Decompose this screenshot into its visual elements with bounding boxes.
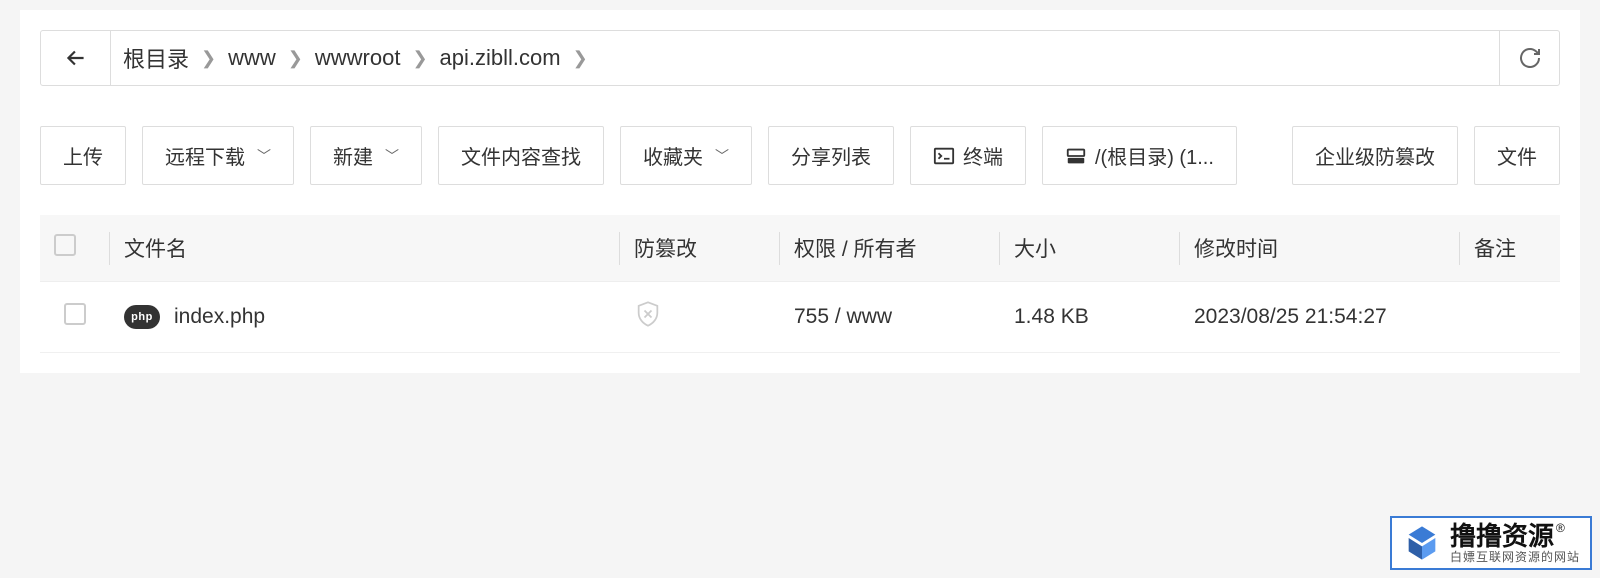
arrow-left-icon	[63, 45, 89, 71]
root-path-label: /(根目录) (1...	[1095, 141, 1214, 170]
upload-label: 上传	[63, 141, 103, 170]
column-tamper[interactable]: 防篡改	[620, 215, 780, 282]
file-manager-panel: 根目录 ❯ www ❯ wwwroot ❯ api.zibll.com ❯ 上传…	[20, 10, 1580, 373]
column-note[interactable]: 备注	[1460, 215, 1560, 282]
column-filename[interactable]: 文件名	[110, 215, 620, 282]
favorites-button[interactable]: 收藏夹 ﹀	[620, 126, 752, 185]
breadcrumb-item-www[interactable]: www	[228, 45, 276, 71]
select-all-checkbox[interactable]	[54, 234, 76, 256]
php-file-icon: php	[124, 305, 160, 329]
chevron-right-icon: ❯	[201, 48, 216, 69]
breadcrumb-item-domain[interactable]: api.zibll.com	[440, 45, 561, 71]
watermark: 撸撸资源 ® 白嫖互联网资源的网站	[1390, 516, 1592, 570]
search-button[interactable]: 文件内容查找	[438, 126, 604, 185]
refresh-icon	[1518, 46, 1542, 70]
breadcrumb-item-root[interactable]: 根目录	[123, 42, 189, 74]
breadcrumb-bar: 根目录 ❯ www ❯ wwwroot ❯ api.zibll.com ❯	[40, 30, 1560, 86]
favorites-label: 收藏夹	[643, 141, 703, 170]
table-header-row: 文件名 防篡改 权限 / 所有者 大小 修改时间 备注	[40, 215, 1560, 282]
column-permission[interactable]: 权限 / 所有者	[780, 215, 1000, 282]
chevron-right-icon: ❯	[573, 48, 588, 69]
watermark-logo-icon	[1402, 523, 1442, 563]
file-permission[interactable]: 755 / www	[780, 282, 1000, 353]
tamper-proof-label: 企业级防篡改	[1315, 141, 1435, 170]
remote-download-button[interactable]: 远程下载 ﹀	[142, 126, 294, 185]
tamper-proof-button[interactable]: 企业级防篡改	[1292, 126, 1458, 185]
terminal-icon	[933, 145, 955, 167]
column-mtime[interactable]: 修改时间	[1180, 215, 1460, 282]
disk-icon	[1065, 145, 1087, 167]
chevron-down-icon: ﹀	[385, 146, 399, 166]
watermark-registered: ®	[1556, 522, 1565, 535]
chevron-right-icon: ❯	[412, 48, 427, 69]
breadcrumb-item-wwwroot[interactable]: wwwroot	[315, 45, 401, 71]
search-label: 文件内容查找	[461, 141, 581, 170]
chevron-right-icon: ❯	[288, 48, 303, 69]
chevron-down-icon: ﹀	[257, 146, 271, 166]
file-menu-button[interactable]: 文件	[1474, 126, 1560, 185]
file-name-cell: php index.php	[124, 305, 606, 329]
file-name[interactable]: index.php	[174, 305, 265, 329]
watermark-text: 撸撸资源 ® 白嫖互联网资源的网站	[1450, 522, 1580, 564]
terminal-button[interactable]: 终端	[910, 126, 1026, 185]
watermark-subtitle: 白嫖互联网资源的网站	[1450, 551, 1580, 564]
file-note	[1460, 282, 1560, 353]
column-checkbox	[40, 215, 110, 282]
create-label: 新建	[333, 141, 373, 170]
row-checkbox[interactable]	[64, 303, 86, 325]
file-mtime: 2023/08/25 21:54:27	[1180, 282, 1460, 353]
upload-button[interactable]: 上传	[40, 126, 126, 185]
file-size: 1.48 KB	[1000, 282, 1180, 353]
column-size[interactable]: 大小	[1000, 215, 1180, 282]
watermark-title: 撸撸资源	[1450, 522, 1554, 551]
share-list-label: 分享列表	[791, 141, 871, 170]
remote-download-label: 远程下载	[165, 141, 245, 170]
chevron-down-icon: ﹀	[715, 146, 729, 166]
refresh-button[interactable]	[1499, 31, 1559, 85]
table-row[interactable]: php index.php 755 / www 1.48 KB 2023/08/…	[40, 282, 1560, 353]
back-button[interactable]	[41, 31, 111, 85]
terminal-label: 终端	[963, 141, 1003, 170]
create-button[interactable]: 新建 ﹀	[310, 126, 422, 185]
toolbar: 上传 远程下载 ﹀ 新建 ﹀ 文件内容查找 收藏夹 ﹀ 分享列表 终端	[40, 126, 1560, 185]
breadcrumb: 根目录 ❯ www ❯ wwwroot ❯ api.zibll.com ❯	[111, 42, 1499, 74]
file-table: 文件名 防篡改 权限 / 所有者 大小 修改时间 备注 php index.ph…	[40, 215, 1560, 353]
share-list-button[interactable]: 分享列表	[768, 126, 894, 185]
root-path-button[interactable]: /(根目录) (1...	[1042, 126, 1237, 185]
shield-icon[interactable]	[634, 300, 662, 328]
file-menu-label: 文件	[1497, 141, 1537, 170]
